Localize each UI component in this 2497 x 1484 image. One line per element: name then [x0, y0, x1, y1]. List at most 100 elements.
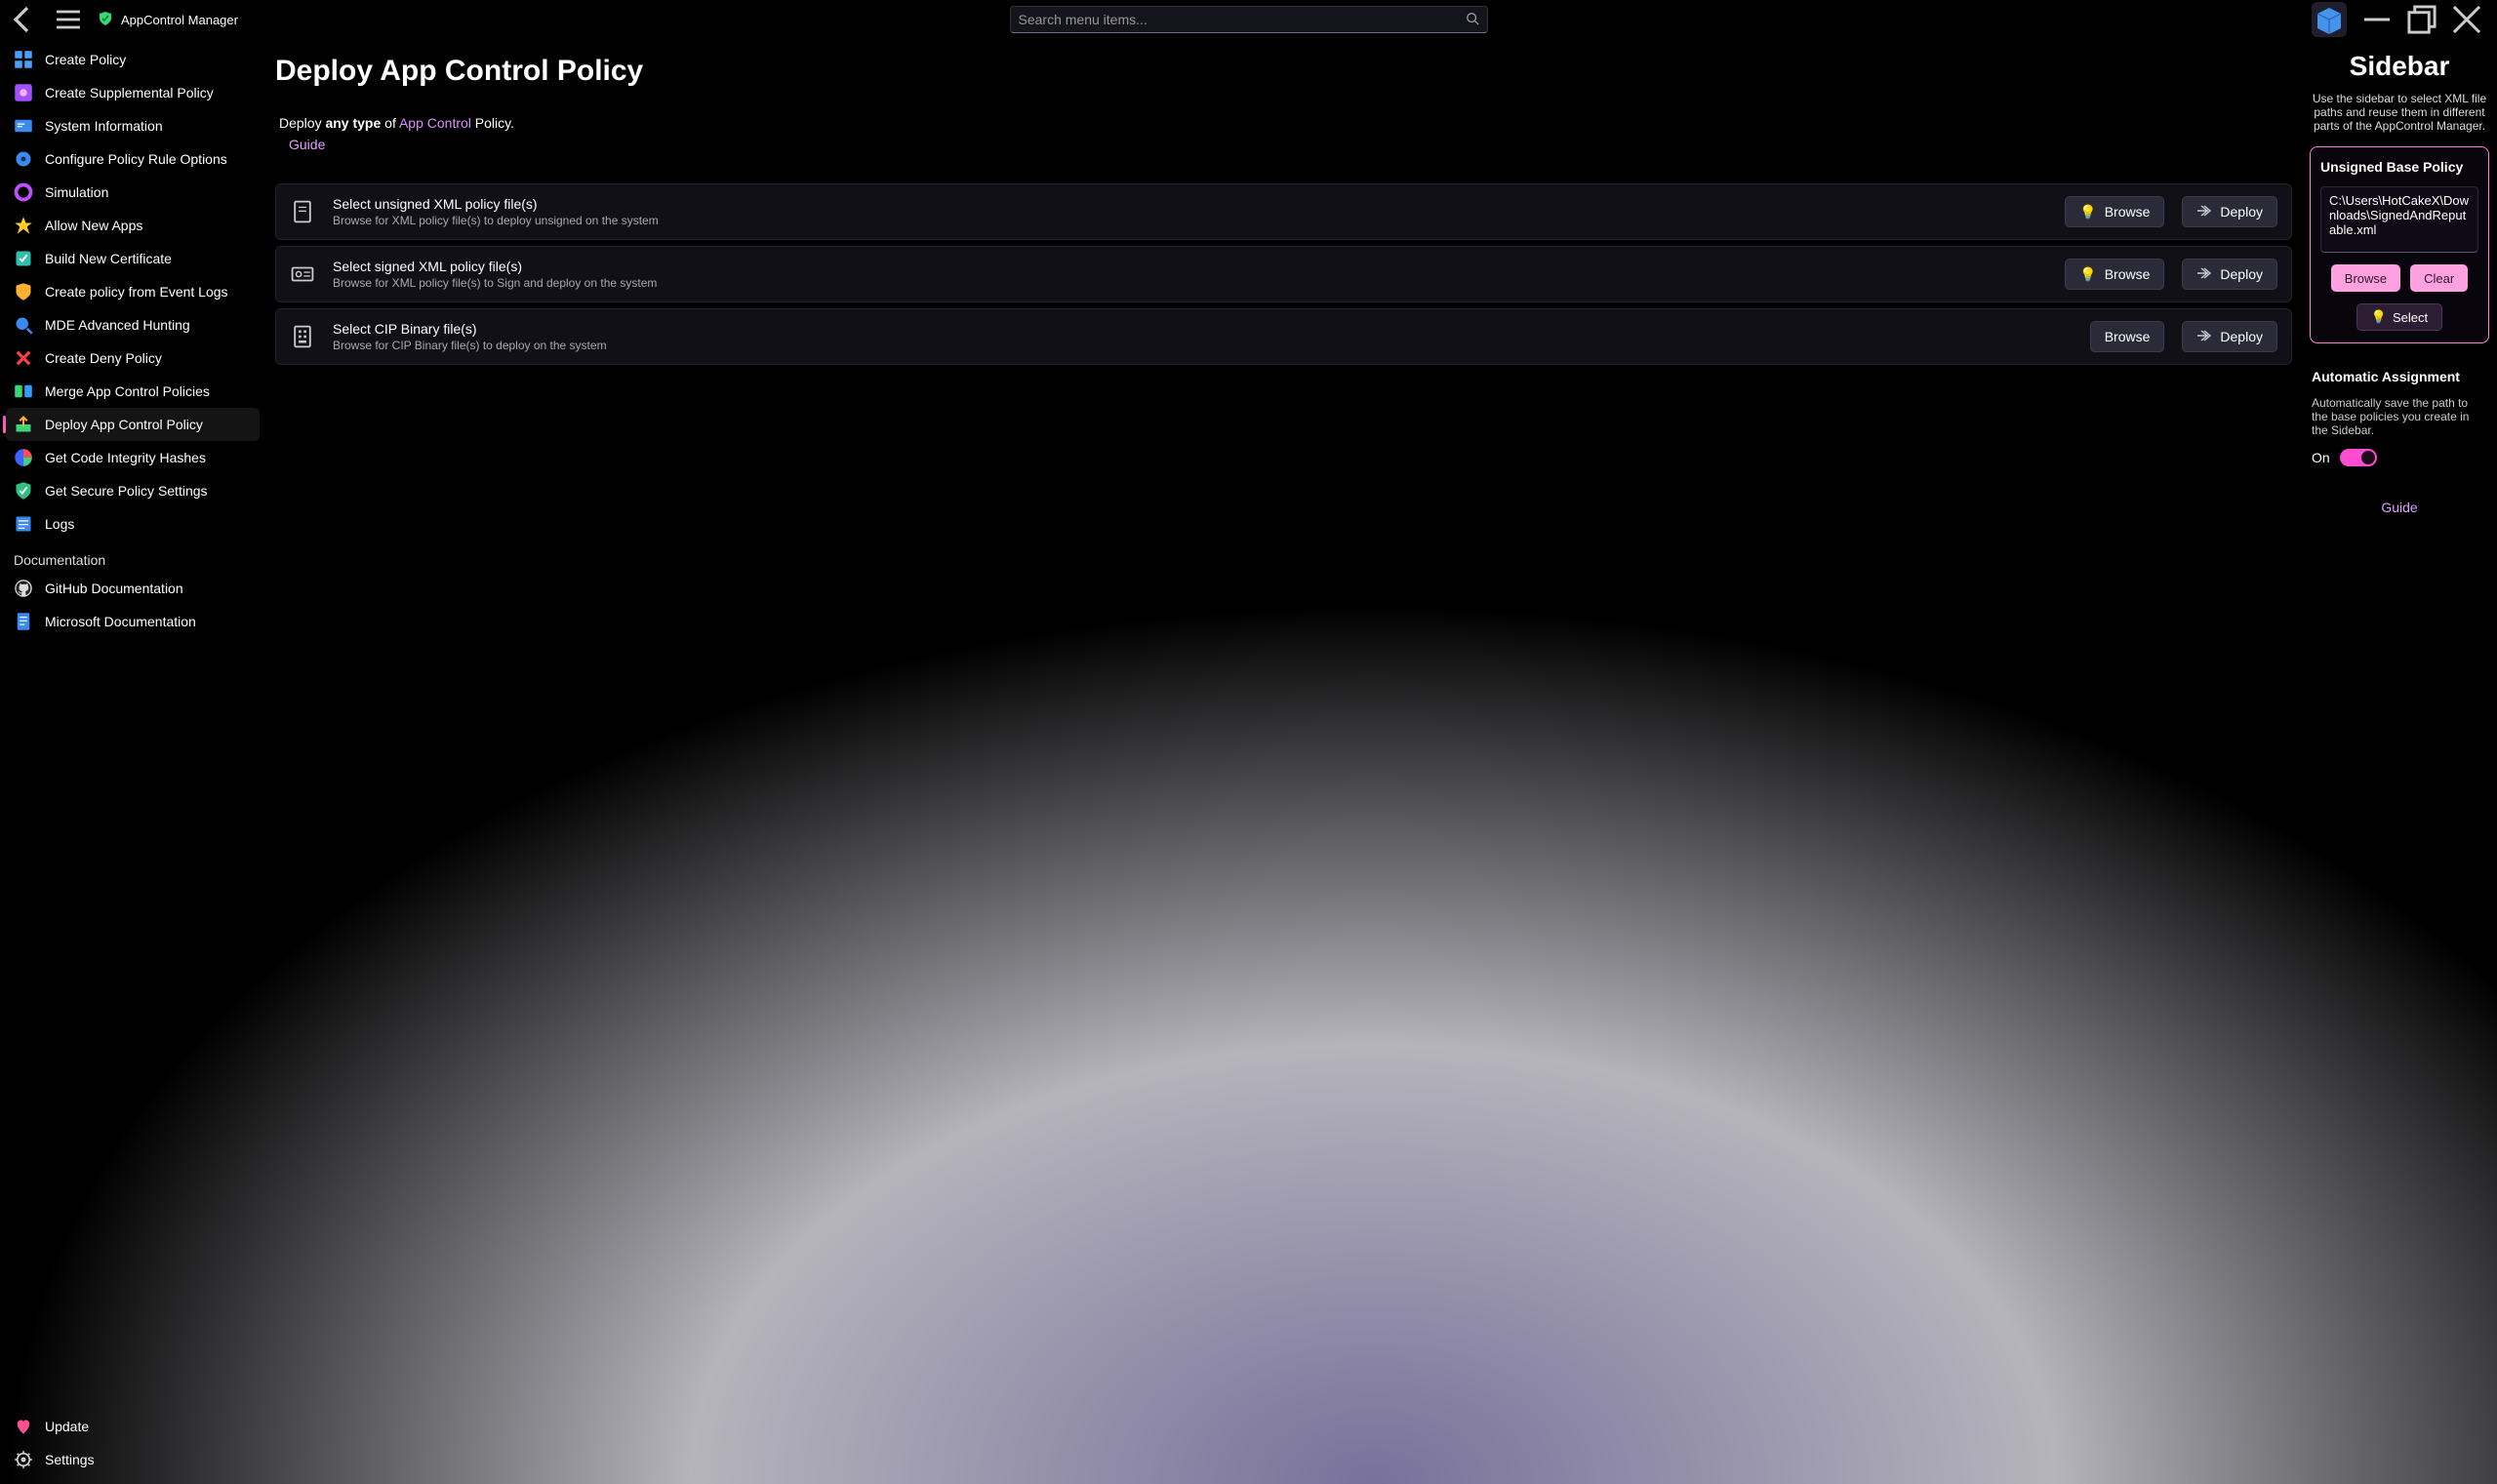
- nav-item-logs[interactable]: Logs: [6, 507, 260, 541]
- unsigned-base-policy-panel: Unsigned Base Policy C:\Users\HotCakeX\D…: [2310, 146, 2489, 343]
- gear-gray-icon: [14, 1450, 33, 1469]
- browse-button[interactable]: Browse: [2090, 321, 2165, 352]
- page-title: Deploy App Control Policy: [265, 55, 2302, 115]
- search-blue-icon: [14, 315, 33, 335]
- app-title: AppControl Manager: [98, 11, 238, 29]
- right-sidebar: Sidebar Use the sidebar to select XML fi…: [2302, 39, 2497, 1484]
- nav-item-create-policy-from-event-logs[interactable]: Create policy from Event Logs: [6, 275, 260, 308]
- app-control-link[interactable]: App Control: [399, 115, 471, 131]
- lightbulb-icon: 💡: [2079, 204, 2096, 221]
- browse-button[interactable]: 💡Browse: [2065, 259, 2164, 290]
- star-yellow-icon: [14, 216, 33, 235]
- nav-item-label: GitHub Documentation: [45, 581, 183, 596]
- maximize-button[interactable]: [2399, 4, 2444, 35]
- deploy-button[interactable]: Deploy: [2182, 196, 2277, 227]
- lightbulb-icon: 💡: [2079, 266, 2096, 283]
- nav-item-microsoft-documentation[interactable]: Microsoft Documentation: [6, 605, 260, 638]
- card-title: Select signed XML policy file(s): [333, 259, 2047, 274]
- deploy-arrow-icon: [2196, 329, 2212, 345]
- shield-yellow-icon: [14, 282, 33, 301]
- nav-section-documentation: Documentation: [0, 541, 265, 572]
- nav-item-allow-new-apps[interactable]: Allow New Apps: [6, 209, 260, 242]
- nav-item-create-supplemental-policy[interactable]: Create Supplemental Policy: [6, 76, 260, 109]
- merge-green-icon: [14, 381, 33, 401]
- card-2: Select CIP Binary file(s) Browse for CIP …: [275, 308, 2292, 365]
- sidebar-browse-button[interactable]: Browse: [2331, 264, 2400, 292]
- nav-item-label: Get Secure Policy Settings: [45, 483, 208, 499]
- search-input[interactable]: [1019, 12, 1466, 27]
- nav-item-configure-policy-rule-options[interactable]: Configure Policy Rule Options: [6, 142, 260, 176]
- search-bar[interactable]: [1010, 6, 1488, 33]
- sidebar-description: Use the sidebar to select XML file paths…: [2310, 92, 2489, 133]
- list-blue-icon: [14, 514, 33, 534]
- deploy-green-icon: [14, 415, 33, 434]
- nav-item-label: Allow New Apps: [45, 218, 142, 233]
- menu-button[interactable]: [53, 4, 84, 35]
- sidebar-select-button[interactable]: 💡 Select: [2356, 303, 2442, 331]
- guide-link[interactable]: Guide: [265, 131, 2302, 183]
- nav-item-update[interactable]: Update: [6, 1410, 260, 1443]
- heart-pink-icon: [14, 1417, 33, 1436]
- nav-item-label: Create Supplemental Policy: [45, 85, 214, 100]
- card-0: Select unsigned XML policy file(s)Browse…: [275, 183, 2292, 240]
- automatic-assignment-panel: Automatic Assignment Automatically save …: [2310, 357, 2489, 478]
- nav-item-label: Build New Certificate: [45, 251, 172, 266]
- back-button[interactable]: [8, 4, 39, 35]
- nav-item-build-new-certificate[interactable]: Build New Certificate: [6, 242, 260, 275]
- main-content: Deploy App Control Policy Deploy any typ…: [265, 39, 2302, 1484]
- nav-item-label: Logs: [45, 516, 74, 532]
- card-icon: [290, 199, 315, 224]
- close-button[interactable]: [2444, 4, 2489, 35]
- badge-teal-icon: [14, 249, 33, 268]
- nav-item-label: Simulation: [45, 184, 108, 200]
- search-icon: [1466, 12, 1479, 28]
- nav-item-deploy-app-control-policy[interactable]: Deploy App Control Policy: [6, 408, 260, 441]
- sidebar-guide-link[interactable]: Guide: [2310, 500, 2489, 515]
- card-subtitle: Browse for CIP Binary file(s) to deploy …: [333, 339, 2073, 352]
- toggle-state-label: On: [2312, 450, 2330, 465]
- github-icon: [14, 579, 33, 598]
- nav-item-label: Merge App Control Policies: [45, 383, 210, 399]
- page-description: Deploy any type of App Control Policy.: [265, 115, 2302, 131]
- card-title: Select CIP Binary file(s): [333, 321, 2073, 337]
- nav-item-label: Settings: [45, 1452, 95, 1467]
- nav-item-create-deny-policy[interactable]: Create Deny Policy: [6, 341, 260, 375]
- nav-item-settings[interactable]: Settings: [6, 1443, 260, 1476]
- nav-item-label: Create Policy: [45, 52, 126, 67]
- copilot-icon[interactable]: [2312, 2, 2347, 37]
- ring-purple-icon: [14, 182, 33, 202]
- nav-item-label: Configure Policy Rule Options: [45, 151, 227, 167]
- card-subtitle: Browse for XML policy file(s) to deploy …: [333, 214, 2047, 227]
- gear-blue-icon: [14, 149, 33, 169]
- cert-blue-icon: [14, 116, 33, 136]
- policy-path-input[interactable]: C:\Users\HotCakeX\Downloads\SignedAndRep…: [2320, 186, 2478, 253]
- deploy-button[interactable]: Deploy: [2182, 259, 2277, 290]
- nav-item-get-secure-policy-settings[interactable]: Get Secure Policy Settings: [6, 474, 260, 507]
- nav-item-label: MDE Advanced Hunting: [45, 317, 190, 333]
- doc-blue-icon: [14, 612, 33, 631]
- browse-button[interactable]: 💡Browse: [2065, 196, 2164, 227]
- auto-assignment-label: Automatic Assignment: [2312, 369, 2487, 384]
- pie-multi-icon: [14, 448, 33, 467]
- auto-assignment-toggle[interactable]: [2340, 449, 2377, 466]
- nav-item-label: Deploy App Control Policy: [45, 417, 203, 432]
- deploy-arrow-icon: [2196, 204, 2212, 221]
- nav-item-create-policy[interactable]: Create Policy: [6, 43, 260, 76]
- app-shield-icon: [98, 11, 113, 29]
- nav-item-mde-advanced-hunting[interactable]: MDE Advanced Hunting: [6, 308, 260, 341]
- minimize-button[interactable]: [2355, 4, 2399, 35]
- deploy-button[interactable]: Deploy: [2182, 321, 2277, 352]
- nav-item-github-documentation[interactable]: GitHub Documentation: [6, 572, 260, 605]
- x-red-icon: [14, 348, 33, 368]
- square-purple-icon: [14, 83, 33, 102]
- nav-item-simulation[interactable]: Simulation: [6, 176, 260, 209]
- nav-item-label: Create policy from Event Logs: [45, 284, 228, 300]
- sidebar-clear-button[interactable]: Clear: [2410, 264, 2468, 292]
- nav-item-system-information[interactable]: System Information: [6, 109, 260, 142]
- nav-item-get-code-integrity-hashes[interactable]: Get Code Integrity Hashes: [6, 441, 260, 474]
- nav-item-merge-app-control-policies[interactable]: Merge App Control Policies: [6, 375, 260, 408]
- card-subtitle: Browse for XML policy file(s) to Sign an…: [333, 276, 2047, 290]
- nav-item-label: Create Deny Policy: [45, 350, 162, 366]
- shield-check-icon: [14, 481, 33, 501]
- nav-item-label: Update: [45, 1419, 89, 1434]
